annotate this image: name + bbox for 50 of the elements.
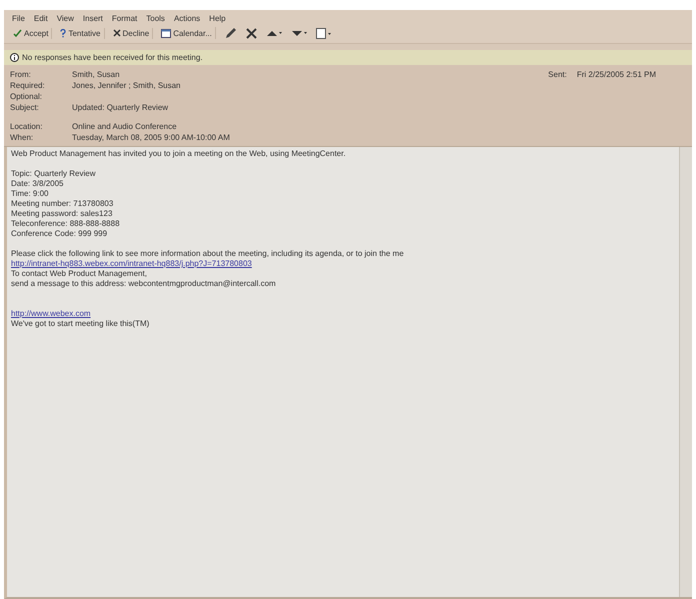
- field-value: Jones, Jennifer ; Smith, Susan: [72, 81, 180, 90]
- body-text: Conference Code: 999 999: [11, 229, 108, 239]
- calendar-icon: [161, 28, 172, 38]
- field-value: Fri 2/25/2005 2:51 PM: [576, 70, 656, 79]
- body-text: Meeting password: sales123: [11, 209, 114, 219]
- cross-icon: [112, 29, 120, 37]
- menu-item[interactable]: Help: [209, 14, 226, 23]
- field-label: Optional:: [10, 92, 44, 101]
- link[interactable]: http://www.webex.com: [11, 309, 91, 318]
- field-label: From:: [10, 70, 32, 79]
- body-text: Time: 9:00: [11, 189, 50, 199]
- field-value: Updated: Quarterly Review: [72, 103, 168, 112]
- body-text: We've got to start meeting like this(TM): [11, 319, 150, 329]
- toolbar-button[interactable]: Decline: [110, 28, 154, 38]
- toolbar-button[interactable]: Accept: [10, 28, 52, 38]
- toolbar-button[interactable]: Tentative: [57, 28, 104, 38]
- field-label: Sent:: [548, 70, 567, 79]
- menu-item[interactable]: Format: [112, 14, 138, 23]
- field-value: Tuesday, March 08, 2005 9:00 AM-10:00 AM: [72, 133, 230, 142]
- field-value: Online and Audio Conference: [72, 122, 177, 131]
- field-value: Smith, Susan: [72, 70, 120, 79]
- body-text: Please click the following link to see more information about the meeting, including its agenda, or to join the me: [11, 249, 405, 259]
- body-text: Teleconference: 888-888-8888: [11, 219, 121, 229]
- delete-icon[interactable]: [246, 28, 257, 38]
- down-arrow-icon[interactable]: [290, 28, 307, 38]
- question-icon: [60, 28, 66, 38]
- body-text: Web Product Management has invited you to join a meeting on the Web, using MeetingCenter.: [11, 149, 347, 159]
- body-text: To contact Web Product Management,: [11, 269, 148, 279]
- info-icon: [10, 53, 19, 62]
- body-text: Date: 3/8/2005: [11, 179, 64, 189]
- menu-item[interactable]: View: [56, 14, 74, 23]
- toolbar-button[interactable]: Calendar...: [158, 27, 216, 39]
- field-label: Required:: [10, 81, 46, 90]
- body-text: send a message to this address: webcontentmgproductman@intercall.com: [11, 279, 277, 289]
- body-text: Meeting number: 713780803: [11, 199, 114, 209]
- body-text: Topic: Quarterly Review: [11, 169, 96, 179]
- field-label: Location:: [10, 122, 44, 131]
- up-arrow-icon[interactable]: [266, 28, 282, 38]
- scrollbar[interactable]: [679, 147, 692, 597]
- link[interactable]: http://intranet-hq883.webex.com/intranet-hq883/j.php?J=713780803: [11, 259, 252, 268]
- field-label: When:: [10, 133, 34, 142]
- menu-item[interactable]: Edit: [34, 14, 48, 23]
- menu-item[interactable]: File: [12, 14, 25, 23]
- check-icon: [13, 28, 22, 38]
- menu-item[interactable]: Actions: [174, 14, 200, 23]
- pen-icon[interactable]: [224, 28, 237, 38]
- menu-item[interactable]: Tools: [146, 14, 165, 23]
- field-label: Subject:: [10, 103, 40, 112]
- info-text: No responses have been received for this meeting.: [22, 53, 203, 62]
- menu-item[interactable]: Insert: [82, 14, 103, 23]
